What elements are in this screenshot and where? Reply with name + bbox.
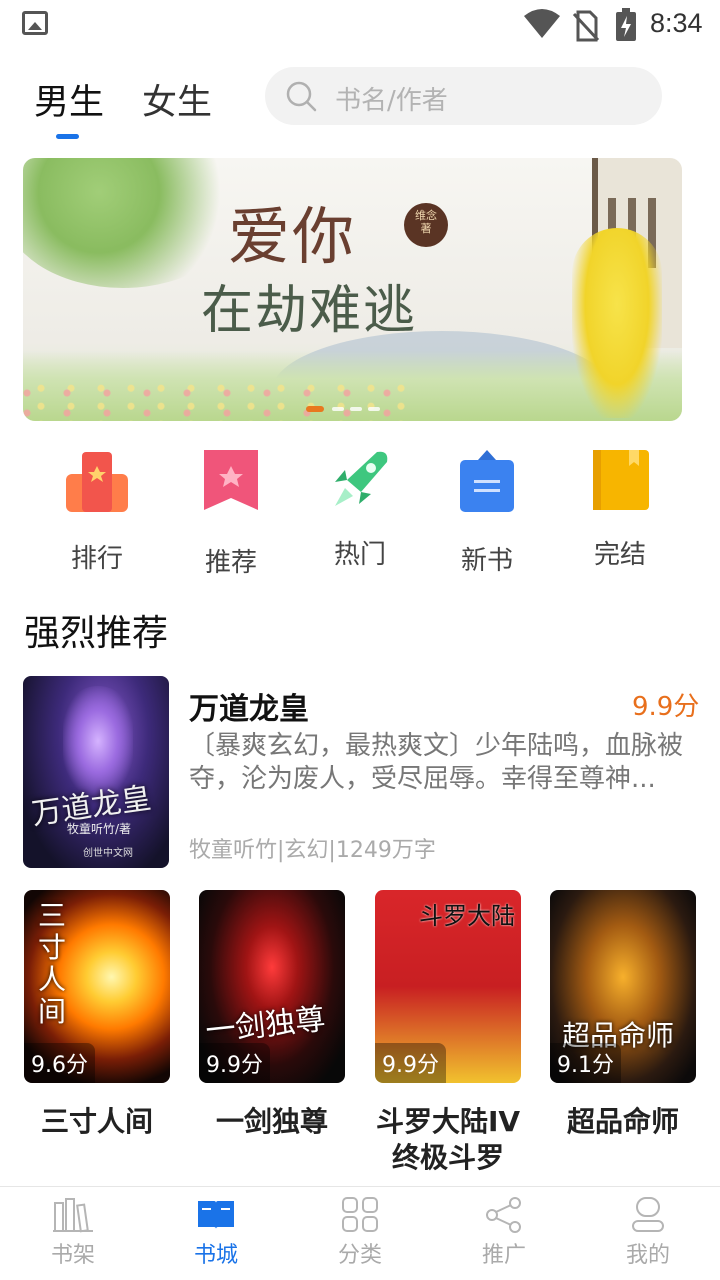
profile-icon [632, 1197, 664, 1232]
nav-label: 分类 [337, 1243, 382, 1268]
category-label: 推荐 [204, 548, 257, 578]
featured-book-title[interactable]: 万道龙皇 [189, 684, 309, 728]
book-card[interactable]: 三寸人间 9.6分 三寸人间 [24, 890, 170, 1138]
category-label: 完结 [593, 540, 646, 570]
category-label: 排行 [70, 544, 123, 574]
cover-publisher: 创世中文网 [83, 848, 133, 859]
book-score: 9.9分 [199, 1043, 270, 1083]
book-title[interactable]: 一剑独尊 [189, 1104, 355, 1140]
tab-male[interactable]: 男生 [34, 74, 104, 125]
featured-book-description: 〔暴爽玄幻，最热爽文〕少年陆鸣，血脉被夺，沦为废人，受尽屈辱。幸得至尊神... [189, 731, 684, 794]
banner-indicator-active [306, 406, 324, 412]
banner-indicator [368, 407, 380, 411]
cover-title: 一剑独尊 [203, 1001, 327, 1050]
book-score: 9.9分 [375, 1043, 446, 1083]
featured-book-cover[interactable]: 万道龙皇 牧童听竹/著 创世中文网 [23, 676, 169, 868]
nav-label: 书城 [193, 1243, 238, 1268]
book-score: 9.1分 [550, 1043, 621, 1083]
section-title: 强烈推荐 [24, 613, 169, 654]
book-title[interactable]: 斗罗大陆IV终极斗罗 [365, 1104, 531, 1176]
banner-indicator [350, 407, 362, 411]
nav-bookshelf[interactable]: 书架 [13, 1197, 133, 1269]
finished-book-icon [593, 450, 649, 510]
featured-book-score: 9.9分 [632, 692, 700, 722]
ranking-icon [66, 452, 128, 512]
bookshelf-icon [53, 1198, 93, 1233]
book-cover[interactable]: 一剑独尊 9.9分 [199, 890, 345, 1083]
category-label: 新书 [460, 546, 513, 576]
bottom-nav: 书架 书城 分类 推广 我的 [0, 1186, 720, 1280]
featured-book-meta: 牧童听竹|玄幻|1249万字 [189, 838, 436, 863]
nav-label: 书架 [50, 1243, 95, 1268]
nav-category[interactable]: 分类 [300, 1197, 420, 1269]
banner-title-line1: 爱你 [228, 200, 357, 273]
cover-title: 三寸人间 [38, 899, 67, 1028]
category-ranking[interactable]: 排行 [42, 448, 152, 578]
nav-label: 我的 [625, 1243, 670, 1268]
book-cover[interactable]: 超品命师 9.1分 [550, 890, 696, 1083]
new-book-bag-icon [460, 450, 514, 512]
status-bar: 8:34 [0, 0, 720, 50]
category-finished[interactable]: 完结 [565, 448, 675, 578]
category-recommend[interactable]: 推荐 [176, 448, 286, 578]
promo-banner[interactable]: 爱你 在劫难逃 维念 著 [23, 158, 682, 421]
book-title[interactable]: 三寸人间 [14, 1104, 180, 1140]
nav-label: 推广 [481, 1243, 526, 1268]
banner-indicator [332, 407, 344, 411]
category-new[interactable]: 新书 [432, 448, 542, 578]
nav-promote[interactable]: 推广 [444, 1197, 564, 1269]
book-card[interactable]: 一剑独尊 9.9分 一剑独尊 [199, 890, 345, 1138]
tab-female[interactable]: 女生 [142, 74, 212, 125]
banner-flowers-decoration [23, 381, 419, 421]
clock: 8:34 [650, 8, 703, 38]
book-card[interactable]: 斗罗大陆 9.9分 斗罗大陆IV终极斗罗 [375, 890, 521, 1174]
search-input[interactable]: 书名/作者 [265, 67, 662, 125]
no-sim-icon [572, 10, 600, 42]
book-card[interactable]: 超品命师 9.1分 超品命师 [550, 890, 696, 1138]
recommend-bookmark-icon [204, 450, 258, 510]
image-icon [22, 11, 48, 35]
book-cover[interactable]: 斗罗大陆 9.9分 [375, 890, 521, 1083]
category-label: 热门 [333, 540, 386, 570]
bookstore-icon [198, 1201, 234, 1229]
battery-charging-icon [616, 8, 636, 41]
cover-title: 斗罗大陆 [419, 902, 515, 930]
book-score: 9.6分 [24, 1043, 95, 1083]
nav-bookstore[interactable]: 书城 [156, 1197, 276, 1269]
banner-author-seal: 维念 著 [404, 203, 448, 247]
wifi-icon [524, 9, 560, 38]
share-icon [486, 1197, 521, 1233]
tab-indicator [56, 134, 79, 139]
search-placeholder: 书名/作者 [335, 86, 448, 116]
search-icon [286, 81, 317, 112]
category-hot[interactable]: 热门 [305, 448, 415, 578]
banner-title-line2: 在劫难逃 [201, 281, 418, 341]
banner-girl-illustration [572, 228, 662, 418]
book-cover[interactable]: 三寸人间 9.6分 [24, 890, 170, 1083]
cover-author: 牧童听竹/著 [67, 822, 132, 836]
nav-profile[interactable]: 我的 [588, 1197, 708, 1269]
category-grid-icon [342, 1197, 378, 1232]
rocket-icon [335, 451, 388, 506]
book-title[interactable]: 超品命师 [540, 1104, 706, 1140]
